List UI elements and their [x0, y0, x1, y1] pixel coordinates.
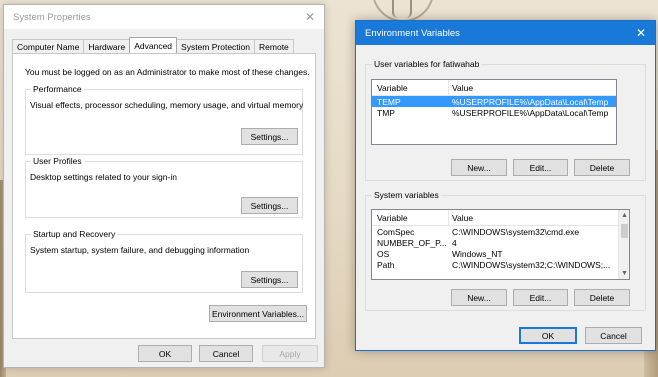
variable-value: C:\WINDOWS\system32;C:\WINDOWS;... [452, 259, 611, 270]
window-title: Environment Variables [365, 27, 460, 39]
startup-recovery-label: Startup and Recovery [31, 229, 118, 239]
wallpaper-figure [392, 0, 412, 18]
startup-recovery-description: System startup, system failure, and debu… [30, 245, 250, 255]
column-variable[interactable]: Variable [372, 210, 449, 225]
system-variables-label: System variables [372, 190, 441, 200]
variable-value: 4 [452, 237, 457, 248]
cancel-button[interactable]: Cancel [199, 345, 253, 362]
list-header: Variable Value [372, 80, 616, 96]
user-profiles-label: User Profiles [31, 156, 84, 166]
variable-name: TEMP [377, 96, 401, 107]
tab-computer-name[interactable]: Computer Name [12, 39, 85, 53]
variable-name: OS [377, 248, 390, 259]
ok-button[interactable]: OK [138, 345, 192, 362]
list-item[interactable]: Path C:\WINDOWS\system32;C:\WINDOWS;... [372, 259, 618, 270]
list-item[interactable]: NUMBER_OF_P... 4 [372, 237, 618, 248]
tab-strip: Computer Name Hardware Advanced System P… [12, 37, 294, 53]
variable-value: %USERPROFILE%\AppData\Local\Temp [452, 96, 609, 107]
column-value[interactable]: Value [449, 210, 629, 225]
scroll-down-icon[interactable]: ▼ [619, 268, 629, 279]
user-new-button[interactable]: New... [451, 159, 507, 176]
system-delete-button[interactable]: Delete [574, 289, 630, 306]
user-profiles-description: Desktop settings related to your sign-in [30, 172, 177, 182]
tab-remote[interactable]: Remote [254, 39, 294, 53]
advanced-tab-page: You must be logged on as an Administrato… [12, 53, 316, 339]
user-variables-list[interactable]: Variable Value TEMP %USERPROFILE%\AppDat… [371, 79, 617, 145]
system-variables-group: System variables Variable Value ComSpec … [365, 190, 646, 311]
cancel-button[interactable]: Cancel [585, 327, 642, 344]
performance-settings-button[interactable]: Settings... [241, 128, 298, 145]
scroll-up-icon[interactable]: ▲ [619, 210, 629, 221]
tab-system-protection[interactable]: System Protection [176, 39, 256, 53]
variable-value: C:\WINDOWS\system32\cmd.exe [452, 226, 580, 237]
close-icon[interactable]: ✕ [296, 5, 324, 29]
ok-button[interactable]: OK [519, 327, 577, 344]
system-new-button[interactable]: New... [451, 289, 507, 306]
variable-value: %USERPROFILE%\AppData\Local\Temp [452, 107, 609, 118]
user-variables-group: User variables for fatiwahab Variable Va… [365, 59, 646, 181]
list-item[interactable]: TEMP %USERPROFILE%\AppData\Local\Temp [372, 96, 616, 107]
variable-name: ComSpec [377, 226, 415, 237]
system-properties-titlebar[interactable]: System Properties ✕ [4, 5, 324, 29]
variable-value: Windows_NT [452, 248, 503, 259]
user-profiles-settings-button[interactable]: Settings... [241, 197, 298, 214]
apply-button[interactable]: Apply [262, 345, 318, 362]
window-title: System Properties [13, 11, 91, 23]
user-profiles-group: User Profiles Desktop settings related t… [25, 156, 303, 218]
tab-advanced[interactable]: Advanced [129, 37, 178, 53]
user-delete-button[interactable]: Delete [574, 159, 630, 176]
system-variables-list[interactable]: Variable Value ComSpec C:\WINDOWS\system… [371, 209, 630, 280]
performance-group: Performance Visual effects, processor sc… [25, 84, 304, 155]
startup-recovery-group: Startup and Recovery System startup, sys… [25, 229, 303, 293]
environment-variables-window: Environment Variables ✕ User variables f… [355, 20, 656, 351]
environment-variables-button[interactable]: Environment Variables... [209, 305, 307, 322]
user-variables-label: User variables for fatiwahab [372, 59, 482, 69]
system-edit-button[interactable]: Edit... [513, 289, 568, 306]
user-edit-button[interactable]: Edit... [513, 159, 568, 176]
list-item[interactable]: TMP %USERPROFILE%\AppData\Local\Temp [372, 107, 616, 118]
column-variable[interactable]: Variable [372, 80, 449, 95]
scroll-thumb[interactable] [621, 224, 628, 238]
admin-note: You must be logged on as an Administrato… [25, 67, 310, 77]
performance-description: Visual effects, processor scheduling, me… [30, 100, 304, 110]
list-item[interactable]: OS Windows_NT [372, 248, 618, 259]
variable-name: TMP [377, 107, 395, 118]
system-properties-window: System Properties ✕ Computer Name Hardwa… [3, 4, 325, 368]
system-variables-scrollbar[interactable]: ▲ ▼ [618, 210, 629, 279]
environment-variables-titlebar[interactable]: Environment Variables ✕ [356, 21, 655, 45]
column-value[interactable]: Value [449, 80, 616, 95]
performance-label: Performance [31, 84, 84, 94]
list-header: Variable Value [372, 210, 629, 226]
list-item[interactable]: ComSpec C:\WINDOWS\system32\cmd.exe [372, 226, 618, 237]
startup-recovery-settings-button[interactable]: Settings... [241, 271, 298, 288]
tab-hardware[interactable]: Hardware [83, 39, 131, 53]
variable-name: Path [377, 259, 395, 270]
close-icon[interactable]: ✕ [627, 21, 655, 45]
variable-name: NUMBER_OF_P... [377, 237, 447, 248]
